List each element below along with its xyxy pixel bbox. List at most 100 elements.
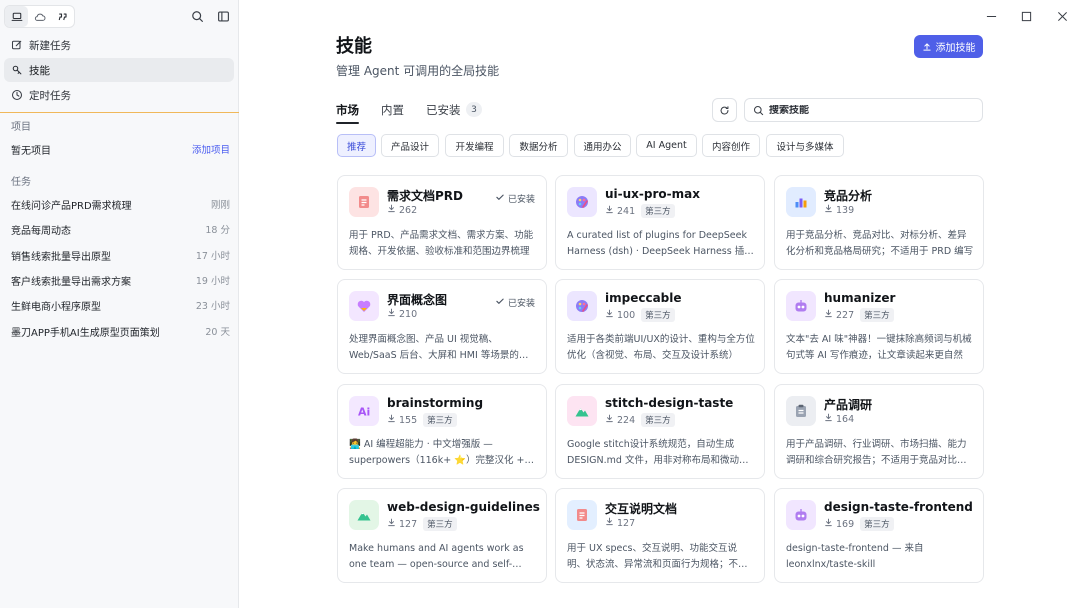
chip-recommended[interactable]: 推荐	[337, 134, 376, 157]
skill-card[interactable]: ui-ux-pro-max 241 第三方 A curated list of plu…	[555, 175, 765, 270]
add-project-link[interactable]: 添加项目	[192, 142, 230, 156]
download-icon	[387, 414, 396, 426]
task-time: 23 小时	[195, 301, 230, 312]
installed-label: 已安装	[507, 195, 535, 205]
ai-icon: Ai	[349, 396, 379, 426]
third-party-tag: 第三方	[641, 413, 675, 427]
download-icon	[605, 205, 614, 217]
page-subtitle: 管理 Agent 可调用的全局技能	[336, 64, 500, 78]
skill-meta: 262	[387, 204, 417, 216]
skill-meta: 127 第三方	[387, 517, 457, 531]
upload-icon	[922, 42, 931, 51]
cloud-icon	[34, 13, 45, 21]
toggle-sidebar-button[interactable]	[215, 8, 231, 24]
skill-card[interactable]: 界面概念图 210 已安装 处理界面概念图、产品 UI 视觉稿、Web/SaaS 后台…	[337, 279, 547, 374]
add-skill-label: 添加技能	[935, 43, 976, 54]
tasks-section-label: 任务	[11, 177, 31, 188]
robot-icon	[786, 291, 816, 321]
skill-name: design-taste-frontend	[824, 500, 973, 514]
download-count: 127	[617, 517, 636, 529]
maximize-icon	[1021, 11, 1031, 21]
skill-card[interactable]: stitch-design-taste 224 第三方 Google stitch设计…	[555, 384, 765, 479]
skill-meta: 210	[387, 308, 417, 320]
third-party-tag: 第三方	[423, 413, 457, 427]
skill-description: 用于 PRD、产品需求文档、需求方案、功能规格、开发依据、验收标准和范围边界梳理	[349, 230, 534, 257]
sidebar: 新建任务 技能 定时任务 项目 暂无项目 添加项目 任务 在线问诊产品PRD需求…	[0, 0, 239, 608]
download-icon	[387, 518, 396, 530]
download-icon	[605, 517, 614, 529]
skill-meta: 227 第三方	[824, 308, 894, 322]
palette-icon	[567, 187, 597, 217]
skill-card[interactable]: impeccable 100 第三方 适用于各类前端UI/UX的设计、重构与全方位优化…	[555, 279, 765, 374]
download-icon	[387, 308, 396, 320]
skill-card[interactable]: Ai brainstorming 155 第三方 👩‍💻 AI 编程超能力 · 中文增强…	[337, 384, 547, 479]
skill-meta: 169 第三方	[824, 517, 894, 531]
close-icon	[1057, 11, 1067, 21]
sidebar-search-button[interactable]	[189, 8, 205, 24]
task-item[interactable]: 销售线索批量导出原型 17 小时	[11, 247, 230, 263]
clipboard-icon	[786, 396, 816, 426]
nav-skills[interactable]: 技能	[4, 58, 234, 82]
skill-description: 用于 UX specs、交互说明、功能交互说明、状态流、异常流和页面行为规格；不…	[567, 543, 748, 570]
download-icon	[605, 309, 614, 321]
quote-mode-button[interactable]	[51, 6, 74, 27]
task-item[interactable]: 墨刀APP手机AI生成原型页面策划 20 天	[11, 323, 230, 339]
skill-card[interactable]: 竞品分析 139 用于竞品分析、竞品对比、对标分析、差异化分析和竞品格局研究；不适用…	[774, 175, 984, 270]
skill-card[interactable]: design-taste-frontend 169 第三方 design-taste-…	[774, 488, 984, 583]
skill-search-input[interactable]	[769, 104, 969, 116]
nav-scheduled-tasks[interactable]: 定时任务	[4, 83, 234, 107]
task-title: 墨刀APP手机AI生成原型页面策划	[11, 327, 160, 339]
chip-ai-agent[interactable]: AI Agent	[636, 134, 697, 157]
skill-description: 👩‍💻 AI 编程超能力 · 中文增强版 — superpowers（116k+…	[349, 439, 537, 466]
skill-card[interactable]: humanizer 227 第三方 文本"去 AI 味"神器！一键抹除高频词与机械句式…	[774, 279, 984, 374]
search-icon	[191, 10, 203, 22]
tab-builtin[interactable]: 内置	[381, 102, 404, 122]
third-party-tag: 第三方	[423, 517, 457, 531]
chip-product-design[interactable]: 产品设计	[381, 134, 439, 157]
task-item[interactable]: 在线问诊产品PRD需求梳理 刚刚	[11, 196, 230, 212]
skill-name: ui-ux-pro-max	[605, 187, 700, 201]
skill-card[interactable]: 产品调研 164 用于产品调研、行业调研、市场扫描、能力调研和综合研究报告；不适用于…	[774, 384, 984, 479]
chip-office[interactable]: 通用办公	[574, 134, 631, 157]
task-title: 在线问诊产品PRD需求梳理	[11, 200, 132, 212]
chip-data-analysis[interactable]: 数据分析	[509, 134, 568, 157]
refresh-icon	[720, 105, 729, 114]
palette-icon	[567, 291, 597, 321]
maximize-button[interactable]	[1019, 9, 1033, 23]
task-item[interactable]: 客户线索批量导出需求方案 19 小时	[11, 272, 230, 288]
skill-search-box	[744, 98, 983, 122]
task-item[interactable]: 生鲜电商小程序原型 23 小时	[11, 297, 230, 313]
skill-meta: 164	[824, 413, 854, 425]
quote-icon	[58, 12, 67, 20]
add-skill-button[interactable]: 添加技能	[914, 35, 983, 58]
close-button[interactable]	[1055, 9, 1069, 23]
projects-empty-text: 暂无项目	[11, 145, 51, 157]
chip-content-creation[interactable]: 内容创作	[702, 134, 760, 157]
skill-card[interactable]: 需求文档PRD 262 已安装 用于 PRD、产品需求文档、需求方案、功能规格、开发依…	[337, 175, 547, 270]
download-count: 164	[836, 413, 855, 425]
skills-icon	[11, 64, 23, 76]
minimize-button[interactable]	[984, 9, 998, 23]
skill-card[interactable]: web-design-guidelines 127 第三方 Make humans a…	[337, 488, 547, 583]
cloud-mode-button[interactable]	[28, 6, 51, 27]
chip-design-multimedia[interactable]: 设计与多媒体	[766, 134, 844, 157]
skill-name: stitch-design-taste	[605, 396, 734, 410]
local-mode-button[interactable]	[5, 6, 28, 27]
chip-dev-programming[interactable]: 开发编程	[445, 134, 504, 157]
check-icon	[495, 296, 505, 309]
task-title: 竞品每周动态	[11, 225, 71, 237]
tab-installed[interactable]: 已安装	[426, 102, 461, 122]
nav-new-task[interactable]: 新建任务	[4, 33, 234, 57]
refresh-button[interactable]	[712, 98, 737, 122]
skill-card[interactable]: 交互说明文档 127 用于 UX specs、交互说明、功能交互说明、状态流、异常流…	[555, 488, 765, 583]
search-icon	[753, 105, 764, 115]
task-time: 20 天	[205, 327, 230, 338]
skill-description: Google stitch设计系统规范，自动生成 DESIGN.md 文件，用非…	[567, 439, 749, 466]
skill-name: 界面概念图	[387, 293, 448, 307]
tab-market[interactable]: 市场	[336, 102, 359, 124]
skill-description: 文本"去 AI 味"神器！一键抹除高频词与机械句式等 AI 写作痕迹，让文章读起…	[786, 334, 972, 361]
download-count: 241	[617, 205, 636, 217]
skill-description: 用于竞品分析、竞品对比、对标分析、差异化分析和竞品格局研究；不适用于 PRD 编…	[786, 230, 974, 257]
task-item[interactable]: 竞品每周动态 18 分	[11, 221, 230, 237]
mode-switcher	[4, 5, 75, 28]
